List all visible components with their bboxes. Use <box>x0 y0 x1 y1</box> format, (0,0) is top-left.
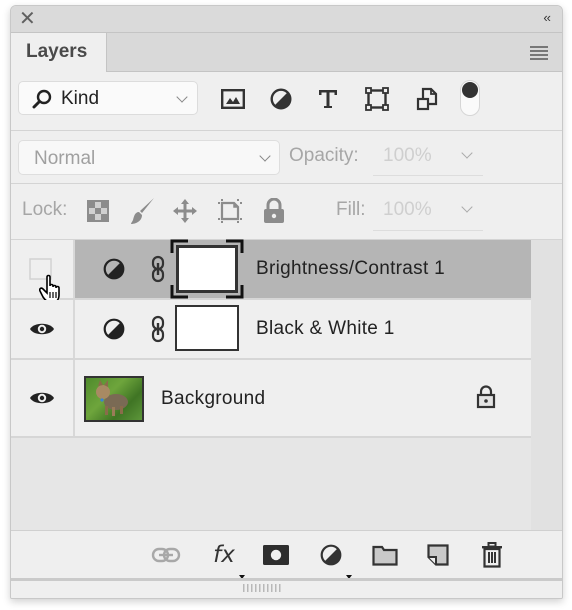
mask-selection-corners <box>170 239 244 299</box>
layer-content: Background <box>75 360 531 436</box>
new-adjustment-layer-icon[interactable] <box>316 541 346 569</box>
layer-name[interactable]: Black & White 1 <box>256 318 395 340</box>
toggle-knob <box>462 82 478 98</box>
layers-panel: ✕ ‹‹ Layers Kind Normal Opacity: 100% Lo… <box>10 5 563 599</box>
chevron-down-icon <box>259 150 271 162</box>
filter-row: Kind <box>11 72 562 131</box>
add-mask-icon[interactable] <box>261 541 291 569</box>
fill-chevron-icon[interactable] <box>461 201 473 213</box>
pixel-layer-filter-icon[interactable] <box>219 87 247 111</box>
adjustment-layer-filter-icon[interactable] <box>267 87 295 111</box>
shape-layer-filter-icon[interactable] <box>363 87 391 111</box>
opacity-underline <box>373 175 483 176</box>
mask-link-icon[interactable] <box>151 254 165 289</box>
new-group-icon[interactable] <box>370 541 400 569</box>
opacity-chevron-icon[interactable] <box>461 147 473 159</box>
layer-row-brightness-contrast[interactable]: Brightness/Contrast 1 <box>11 239 531 303</box>
opacity-input[interactable]: 100% <box>383 145 432 167</box>
lock-transparent-pixels-icon[interactable] <box>85 198 111 224</box>
adjustment-layer-icon <box>103 258 125 285</box>
lock-label: Lock: <box>22 199 68 220</box>
visibility-toggle-visible[interactable] <box>11 360 75 436</box>
layer-name[interactable]: Brightness/Contrast 1 <box>256 258 445 280</box>
eye-icon <box>30 323 54 335</box>
layer-thumbnail-dog-photo[interactable] <box>84 376 144 422</box>
blend-mode-value: Normal <box>34 148 96 169</box>
panel-resize-area <box>11 578 562 598</box>
fill-underline <box>373 230 483 231</box>
close-x-icon[interactable]: ✕ <box>19 8 36 30</box>
panel-menu-icon[interactable] <box>530 46 548 62</box>
lock-artboard-icon[interactable] <box>217 198 243 224</box>
lock-image-pixels-icon[interactable] <box>130 198 156 224</box>
type-layer-filter-icon[interactable] <box>314 87 342 111</box>
layers-scrollbar[interactable] <box>531 240 562 530</box>
eye-icon <box>30 392 54 404</box>
filter-kind-label: Kind <box>61 88 100 109</box>
layers-list: Brightness/Contrast 1 Black & White 1 Ba… <box>11 239 531 530</box>
adjustment-layer-icon <box>103 318 125 345</box>
fx-label: fx <box>213 542 235 568</box>
lock-all-icon[interactable] <box>261 198 287 224</box>
layer-row-background[interactable]: Background <box>11 360 531 438</box>
collapse-panel-icon[interactable]: ‹‹ <box>543 10 551 25</box>
tab-layers[interactable]: Layers <box>11 33 107 72</box>
layer-content: Brightness/Contrast 1 <box>75 239 531 299</box>
smart-object-filter-icon[interactable] <box>413 87 441 111</box>
mask-link-icon[interactable] <box>151 314 165 349</box>
layer-mask-thumbnail[interactable] <box>175 305 239 351</box>
panel-titlebar: ✕ ‹‹ <box>11 6 562 33</box>
filter-kind-select[interactable]: Kind <box>18 81 198 115</box>
link-layers-icon[interactable] <box>151 541 181 569</box>
search-icon <box>32 89 52 114</box>
layer-style-icon[interactable]: fx <box>206 541 242 569</box>
opacity-label: Opacity: <box>289 145 359 166</box>
delete-layer-icon[interactable] <box>477 541 507 569</box>
layer-locked-icon[interactable] <box>476 385 496 414</box>
fill-input[interactable]: 100% <box>383 199 432 221</box>
chevron-down-icon <box>176 91 188 103</box>
resize-grip-handle[interactable] <box>243 584 281 592</box>
visibility-toggle-visible[interactable] <box>11 300 75 358</box>
layer-name[interactable]: Background <box>161 388 265 410</box>
panel-tab-bar: Layers <box>11 33 562 72</box>
filter-toggle-switch[interactable] <box>460 80 480 116</box>
layer-row-black-white[interactable]: Black & White 1 <box>11 300 531 360</box>
blend-row: Normal Opacity: 100% <box>11 131 562 184</box>
blend-mode-select[interactable]: Normal <box>18 140 280 175</box>
fill-label: Fill: <box>336 199 366 220</box>
bottom-toolbar: fx <box>11 530 562 579</box>
lock-position-icon[interactable] <box>172 198 198 224</box>
lock-row: Lock: Fill: 100% <box>11 184 562 240</box>
new-layer-icon[interactable] <box>423 541 453 569</box>
layer-content: Black & White 1 <box>75 300 531 358</box>
